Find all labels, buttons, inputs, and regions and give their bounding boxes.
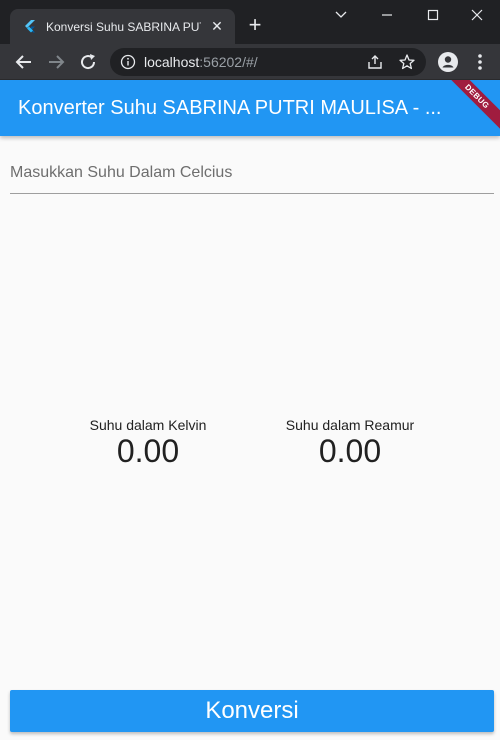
star-icon[interactable] (398, 53, 416, 71)
kelvin-label: Suhu dalam Kelvin (89, 417, 207, 433)
back-arrow-icon[interactable] (12, 50, 36, 74)
reamur-result: Suhu dalam Reamur 0.00 (265, 416, 435, 476)
app-viewport: Konverter Suhu SABRINA PUTRI MAULISA - .… (0, 80, 500, 740)
share-icon[interactable] (366, 53, 384, 71)
flutter-icon (22, 19, 38, 35)
reamur-value: 0.00 (318, 433, 382, 469)
close-icon[interactable]: ✕ (208, 17, 226, 35)
browser-toolbar: localhost:56202/#/ (0, 44, 500, 80)
kelvin-value: 0.00 (116, 433, 180, 469)
browser-tab-strip: Konversi Suhu SABRINA PUTRI MAULISA ✕ + (0, 0, 500, 44)
url-host: localhost (144, 54, 200, 70)
minimize-icon[interactable] (372, 4, 402, 26)
address-bar[interactable]: localhost:56202/#/ (110, 48, 426, 76)
maximize-icon[interactable] (418, 4, 448, 26)
tab-title: Konversi Suhu SABRINA PUTRI MAULISA (46, 20, 201, 34)
reload-icon[interactable] (76, 50, 100, 74)
url-text: localhost:56202/#/ (144, 53, 258, 71)
browser-tab[interactable]: Konversi Suhu SABRINA PUTRI MAULISA ✕ (10, 9, 235, 44)
profile-icon[interactable] (436, 50, 460, 74)
more-vert-icon[interactable] (468, 50, 492, 74)
kelvin-result: Suhu dalam Kelvin 0.00 (63, 416, 233, 476)
reamur-label: Suhu dalam Reamur (285, 417, 415, 433)
celsius-input[interactable] (10, 152, 494, 194)
forward-arrow-icon[interactable] (44, 50, 68, 74)
close-window-icon[interactable] (462, 4, 492, 26)
info-icon[interactable] (120, 54, 136, 70)
convert-button[interactable]: Konversi (10, 690, 494, 732)
plus-icon[interactable]: + (245, 14, 265, 36)
debug-banner: DEBUG (440, 80, 500, 133)
chevron-down-icon[interactable] (326, 4, 356, 26)
app-bar: Konverter Suhu SABRINA PUTRI MAULISA - .… (0, 80, 500, 136)
url-path: :56202/#/ (199, 54, 258, 70)
app-title: Konverter Suhu SABRINA PUTRI MAULISA - .… (18, 97, 442, 119)
